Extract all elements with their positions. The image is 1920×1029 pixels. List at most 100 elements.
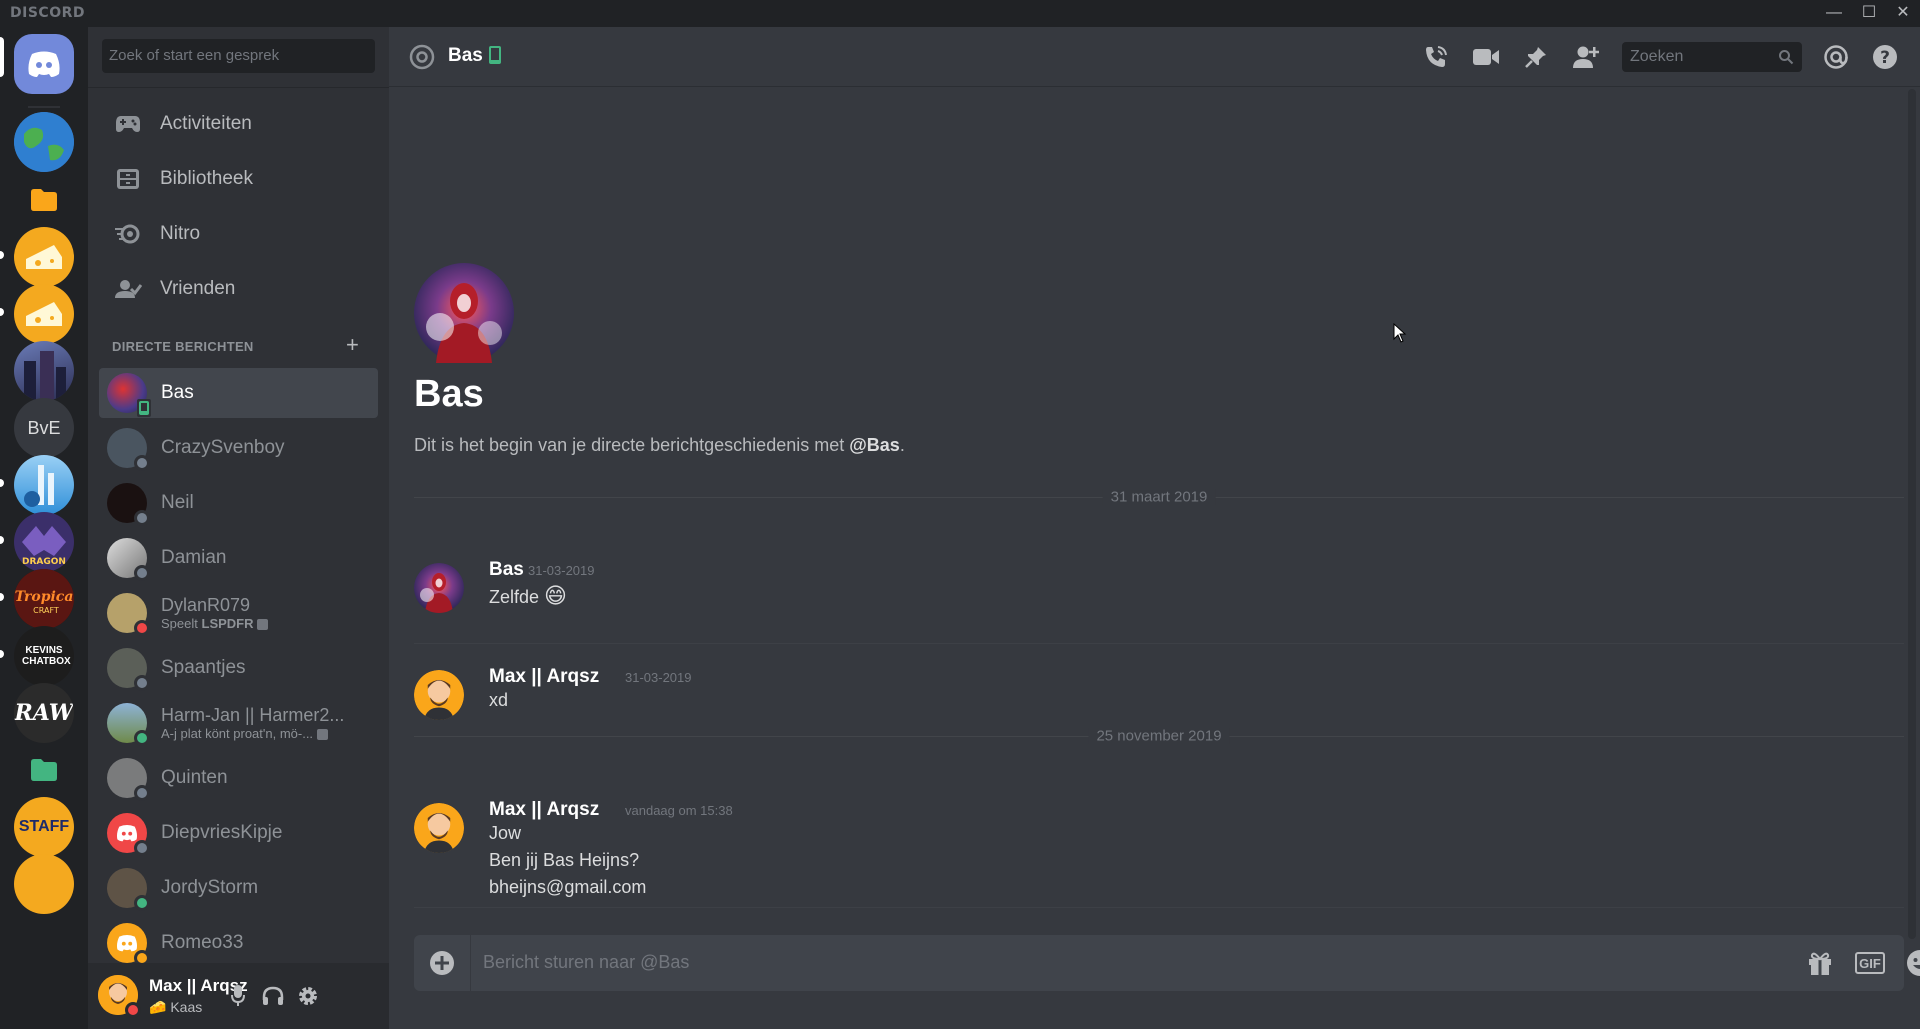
dm-item-harm-jan[interactable]: Harm-Jan || Harmer2... A-j plat könt pro… <box>99 698 378 748</box>
quick-switcher-search[interactable]: Zoek of start een gesprek <box>102 39 375 73</box>
dm-item-diepvrieskipje[interactable]: DiepvriesKipje <box>99 808 378 858</box>
video-camera-icon <box>1473 49 1499 65</box>
chat-area: Bas Zoeken ? Bas Dit is het begin van je… <box>389 27 1920 1029</box>
dm-item-jordystorm[interactable]: JordyStorm <box>99 863 378 913</box>
search-input[interactable]: Zoeken <box>1622 42 1802 72</box>
deafen-button[interactable] <box>260 983 286 1009</box>
mentions-button[interactable] <box>1822 43 1850 71</box>
message-timestamp: 31-03-2019 <box>528 563 595 578</box>
emoji-picker-button[interactable] <box>1904 949 1920 977</box>
at-icon <box>1824 45 1848 69</box>
server-kevins-chatbox[interactable]: KEVINS CHATBOX <box>14 626 74 686</box>
folder-icon <box>31 189 57 211</box>
dm-item-romeo33[interactable]: Romeo33 <box>99 918 378 968</box>
upload-button[interactable] <box>428 949 456 977</box>
message-input[interactable]: Bericht sturen naar @Bas <box>483 952 689 973</box>
start-video-call-button[interactable] <box>1472 43 1500 71</box>
selected-indicator <box>0 37 4 77</box>
dm-item-bas[interactable]: Bas <box>99 368 378 418</box>
user-settings-button[interactable] <box>295 983 321 1009</box>
add-friends-to-dm-button[interactable] <box>1572 43 1600 71</box>
nav-bibliotheek[interactable]: Bibliotheek <box>98 156 377 202</box>
server-earth[interactable] <box>14 112 74 172</box>
cheese-icon <box>26 302 62 326</box>
server-partial[interactable] <box>14 854 74 914</box>
plus-circle-icon <box>430 951 454 975</box>
message-author[interactable]: Bas <box>489 559 524 581</box>
folder-icon <box>31 759 57 781</box>
discord-logo-icon <box>116 934 138 952</box>
mention[interactable]: @Bas <box>849 435 900 455</box>
mute-button[interactable] <box>225 983 251 1009</box>
server-raw[interactable]: RAW <box>14 683 74 743</box>
server-city[interactable] <box>14 341 74 401</box>
date-divider: 31 maart 2019 <box>414 488 1904 506</box>
user-custom-status: 🧀 Kaas <box>149 999 203 1015</box>
emoji-icon <box>1907 950 1920 976</box>
dm-sidebar: Zoek of start een gesprek Activiteiten B… <box>88 27 389 1029</box>
dm-item-crazysvenboy[interactable]: CrazySvenboy <box>99 423 378 473</box>
nav-activiteiten[interactable]: Activiteiten <box>98 101 377 147</box>
svg-text:CRAFT: CRAFT <box>33 606 59 615</box>
gif-picker-button[interactable]: GIF <box>1854 949 1886 977</box>
tower-icon <box>24 465 54 507</box>
grinning-emoji: 😄 <box>544 583 567 608</box>
discord-logo-icon <box>28 51 60 77</box>
maximize-button[interactable]: ☐ <box>1854 2 1884 24</box>
help-button[interactable]: ? <box>1871 43 1899 71</box>
rich-presence-icon <box>316 729 328 741</box>
nav-vrienden[interactable]: Vrienden <box>98 266 377 312</box>
close-window-button[interactable]: ✕ <box>1888 2 1918 24</box>
message-avatar[interactable] <box>414 803 464 853</box>
discord-logo-icon <box>116 824 138 842</box>
avatar <box>107 373 151 417</box>
nav-nitro[interactable]: Nitro <box>98 211 377 257</box>
recipient-avatar[interactable] <box>414 263 514 363</box>
dm-item-dylanr079[interactable]: DylanR079 Speelt LSPDFR <box>99 588 378 638</box>
message-author[interactable]: Max || Arqsz <box>489 666 599 688</box>
tropica-icon: TropicaCRAFT <box>14 569 74 629</box>
server-kaas-2[interactable] <box>14 284 74 344</box>
pin-icon <box>1525 47 1546 68</box>
message-content: xd <box>489 690 509 710</box>
dm-start-notice: Dit is het begin van je directe berichtg… <box>414 435 905 455</box>
user-avatar[interactable] <box>98 975 141 1018</box>
mobile-status-icon <box>489 46 501 69</box>
gif-icon: GIF <box>1855 952 1885 974</box>
message-timestamp: 31-03-2019 <box>625 670 692 685</box>
message-avatar[interactable] <box>414 563 464 613</box>
home-button[interactable] <box>14 34 74 94</box>
phone-call-icon <box>1426 46 1447 67</box>
server-dragon[interactable]: DRAGON <box>14 512 74 572</box>
gift-icon <box>1809 952 1831 975</box>
server-staff[interactable]: STAFF <box>14 797 74 857</box>
server-folder-green[interactable] <box>14 740 74 800</box>
server-folder[interactable] <box>14 170 74 230</box>
dnd-status-icon <box>125 1002 141 1018</box>
minimize-button[interactable]: — <box>1819 2 1849 24</box>
message-timestamp: vandaag om 15:38 <box>625 803 733 818</box>
message-avatar[interactable] <box>414 670 464 720</box>
dm-item-damian[interactable]: Damian <box>99 533 378 583</box>
server-kaas-1[interactable] <box>14 227 74 287</box>
create-dm-button[interactable]: + <box>346 332 359 358</box>
server-bve[interactable]: BvE <box>14 398 74 458</box>
start-voice-call-button[interactable] <box>1422 43 1450 71</box>
server-tropica[interactable]: Tropica CRAFT <box>14 569 74 629</box>
server-rail: BvE DRAGON Tropica CRAFT KEVINS CHATBOX R… <box>0 27 88 1029</box>
pinned-messages-button[interactable] <box>1522 43 1550 71</box>
chat-scrollbar[interactable] <box>1908 89 1916 939</box>
add-user-icon <box>1573 46 1599 68</box>
chat-header: Bas Zoeken ? <box>389 27 1920 87</box>
gift-button[interactable] <box>1804 949 1836 977</box>
headphones-icon <box>262 986 284 1005</box>
dm-item-spaantjes[interactable]: Spaantjes <box>99 643 378 693</box>
server-globe-tower[interactable] <box>14 455 74 515</box>
message-content: bheijns@gmail.com <box>489 877 647 897</box>
dragon-icon: DRAGON <box>22 526 66 567</box>
dm-item-quinten[interactable]: Quinten <box>99 753 378 803</box>
message-composer[interactable]: Bericht sturen naar @Bas GIF <box>414 935 1920 991</box>
dm-item-neil[interactable]: Neil <box>99 478 378 528</box>
message-author[interactable]: Max || Arqsz <box>489 799 599 821</box>
cheese-icon <box>26 245 62 269</box>
